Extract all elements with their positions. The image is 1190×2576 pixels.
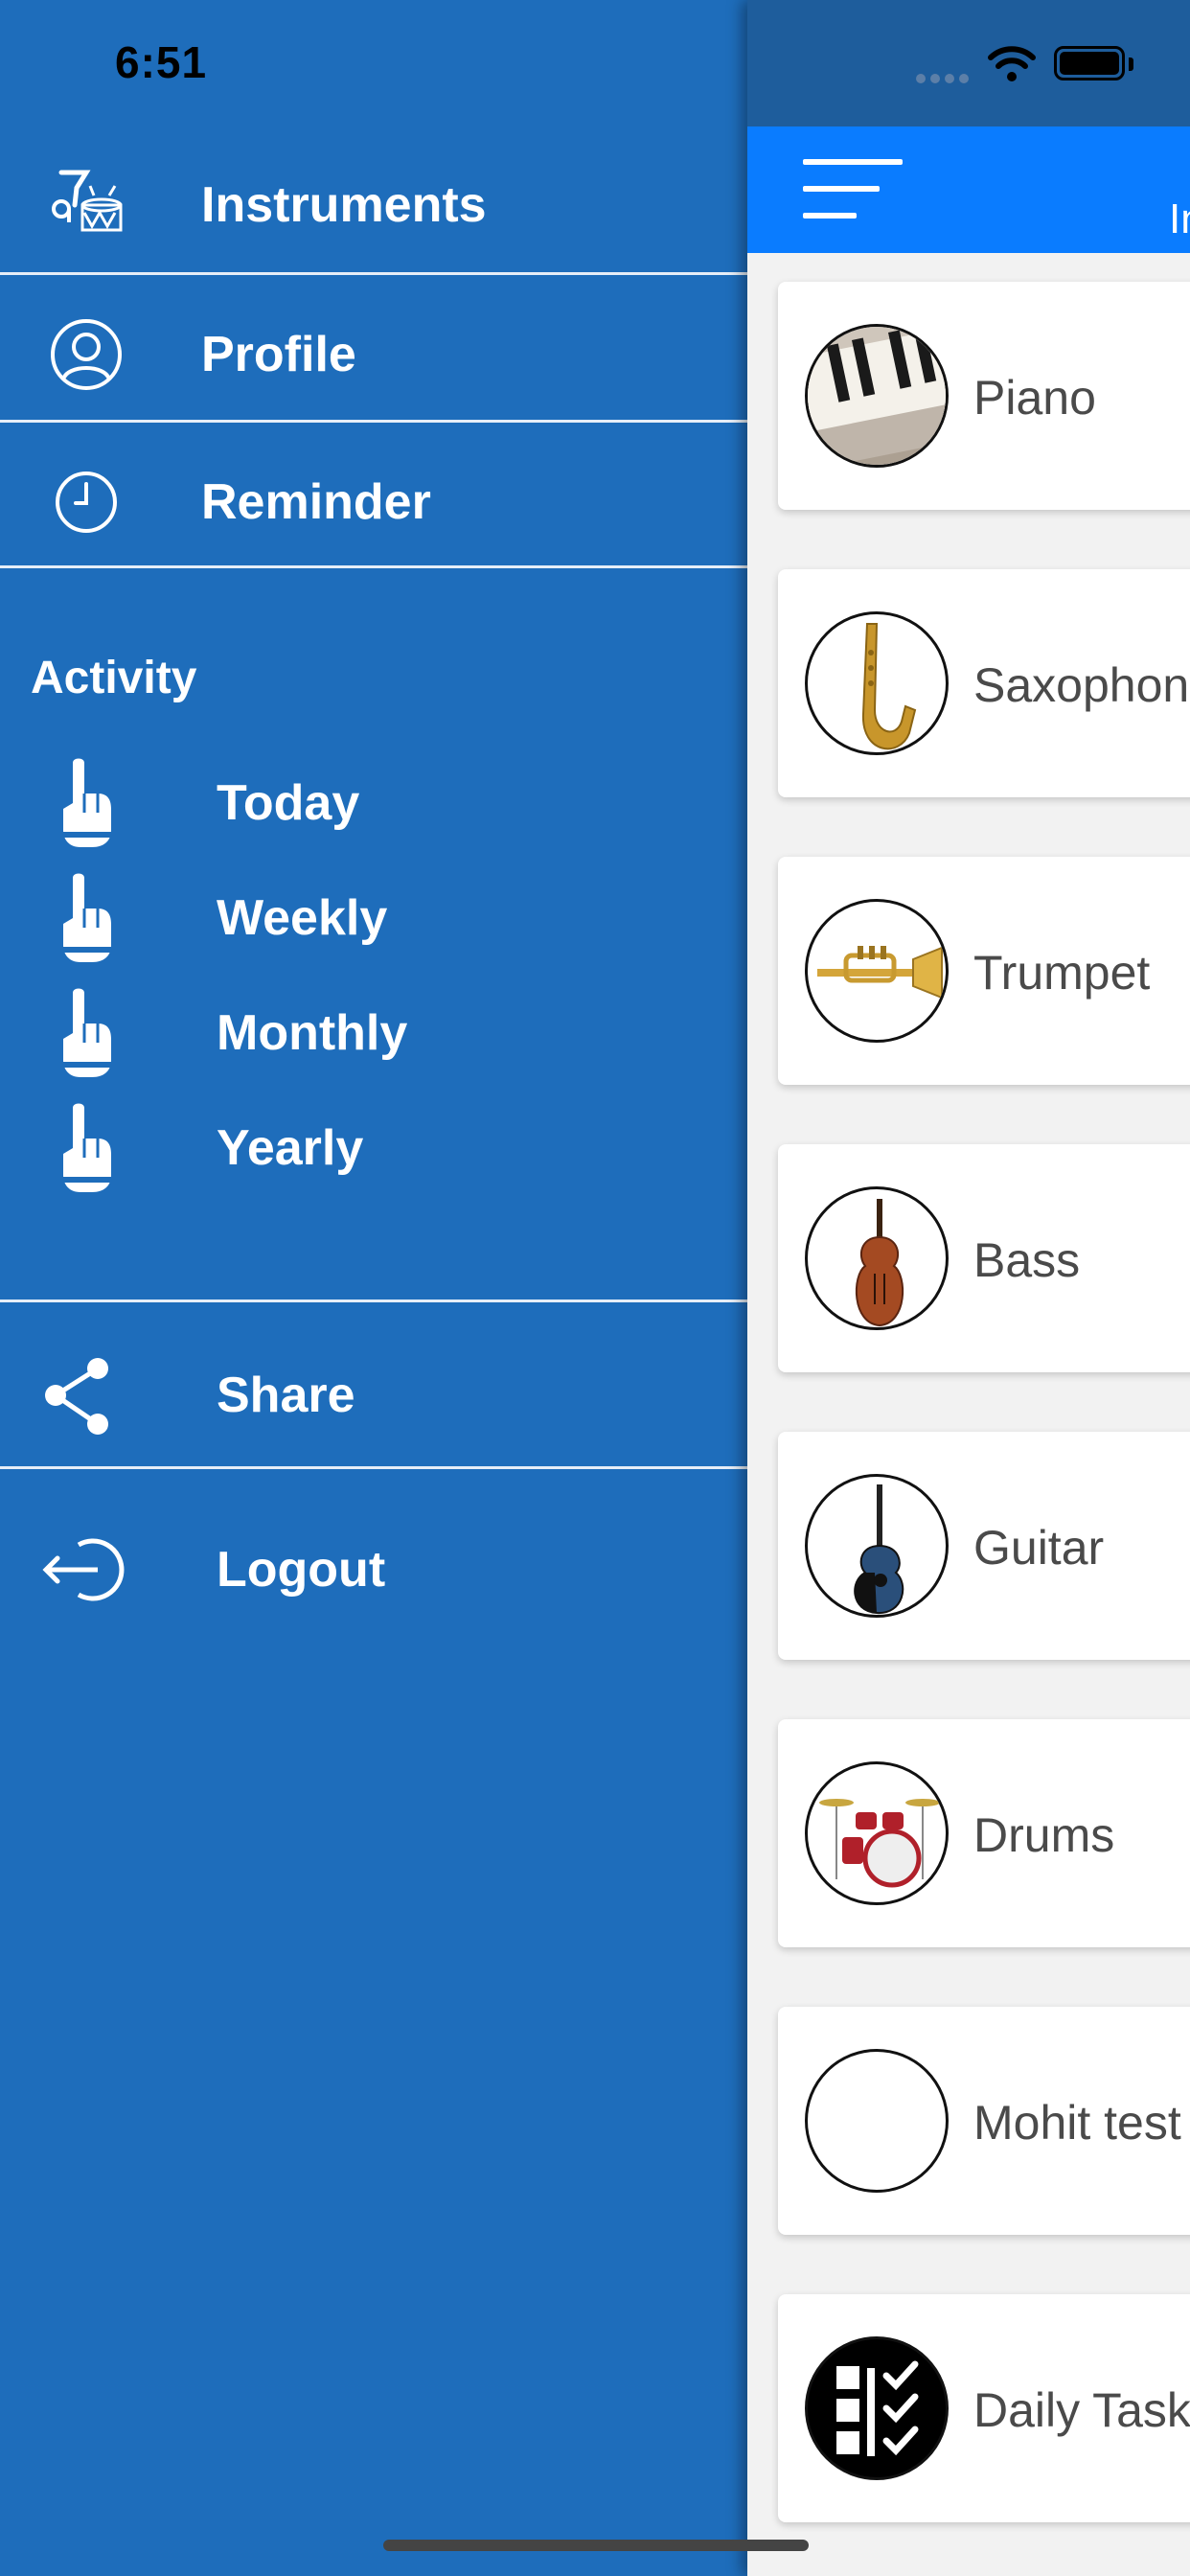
hand-pointer-icon: [48, 755, 125, 851]
logout-icon: [38, 1522, 134, 1618]
activity-item-label: Yearly: [217, 1120, 364, 1176]
drawer-item-label: Share: [217, 1368, 355, 1423]
user-icon: [38, 307, 134, 402]
navigation-drawer: 6:51 Instruments Profile Reminder Activi…: [0, 0, 747, 2576]
activity-item-label: Weekly: [217, 890, 388, 946]
hand-pointer-icon: [48, 870, 125, 966]
instrument-card-bass[interactable]: Bass: [778, 1144, 1190, 1372]
battery-tip: [1129, 58, 1133, 71]
status-time: 6:51: [115, 37, 208, 87]
instrument-name: Mohit test: [973, 2096, 1181, 2150]
activity-item-yearly[interactable]: Yearly: [0, 1100, 747, 1196]
instrument-card-mohit-test[interactable]: Mohit test: [778, 2007, 1190, 2235]
drawer-item-logout[interactable]: Logout: [0, 1522, 747, 1618]
instrument-card-saxophone[interactable]: Saxophon: [778, 569, 1190, 797]
drawer-item-profile[interactable]: Profile: [0, 307, 747, 402]
instrument-card-trumpet[interactable]: Trumpet: [778, 857, 1190, 1085]
instrument-name: Daily Task: [973, 2383, 1190, 2437]
activity-item-weekly[interactable]: Weekly: [0, 870, 747, 966]
main-panel: In Piano: [747, 0, 1190, 2576]
empty-image: [805, 2049, 949, 2193]
hand-pointer-icon: [48, 985, 125, 1081]
hamburger-icon[interactable]: [803, 159, 903, 220]
bass-image: [805, 1186, 949, 1330]
instrument-name: Piano: [973, 371, 1096, 425]
divider: [0, 272, 747, 275]
hand-pointer-icon: [48, 1100, 125, 1196]
instrument-name: Bass: [973, 1233, 1081, 1287]
piano-image: [805, 324, 949, 468]
divider: [0, 1300, 747, 1302]
wifi-icon: [987, 44, 1037, 87]
divider: [0, 565, 747, 568]
guitar-image: [805, 1474, 949, 1618]
instrument-card-daily-task[interactable]: Daily Task: [778, 2294, 1190, 2522]
drawer-item-label: Reminder: [201, 474, 431, 530]
divider: [0, 420, 747, 423]
instrument-name: Saxophon: [973, 658, 1190, 712]
share-icon: [38, 1347, 115, 1443]
drawer-item-label: Instruments: [201, 177, 487, 233]
drawer-item-label: Profile: [201, 327, 356, 382]
header-title: In: [1169, 196, 1190, 242]
instrument-name: Trumpet: [973, 946, 1151, 1000]
instrument-card-drums[interactable]: Drums: [778, 1719, 1190, 1947]
app-header: In: [747, 126, 1190, 253]
activity-section-title: Activity: [31, 653, 197, 703]
status-bar: [747, 0, 1190, 126]
instrument-card-piano[interactable]: Piano: [778, 282, 1190, 510]
instruments-icon: [38, 157, 134, 253]
clock-icon: [38, 454, 134, 550]
activity-item-label: Today: [217, 775, 360, 831]
trumpet-image: [805, 899, 949, 1043]
home-indicator[interactable]: [383, 2540, 809, 2551]
activity-item-today[interactable]: Today: [0, 755, 747, 851]
instrument-name: Drums: [973, 1808, 1115, 1862]
activity-item-label: Monthly: [217, 1005, 408, 1061]
activity-item-monthly[interactable]: Monthly: [0, 985, 747, 1081]
instrument-name: Guitar: [973, 1521, 1105, 1575]
drawer-item-reminder[interactable]: Reminder: [0, 454, 747, 550]
saxophone-image: [805, 611, 949, 755]
signal-icon: [916, 71, 973, 88]
battery-icon: [1054, 46, 1125, 80]
drawer-item-instruments[interactable]: Instruments: [0, 157, 747, 253]
drawer-item-label: Logout: [217, 1542, 386, 1598]
divider: [0, 1466, 747, 1469]
drawer-item-share[interactable]: Share: [0, 1347, 747, 1443]
instrument-card-guitar[interactable]: Guitar: [778, 1432, 1190, 1660]
drums-image: [805, 1761, 949, 1905]
checklist-icon: [805, 2336, 949, 2480]
